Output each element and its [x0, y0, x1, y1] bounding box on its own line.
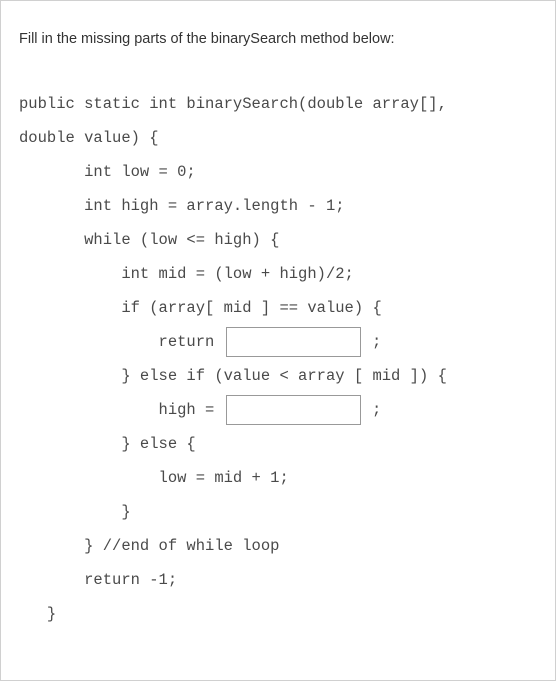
- code-line: int mid = (low + high)/2;: [19, 257, 537, 291]
- code-text: if (array[ mid ] == value) {: [19, 291, 382, 325]
- answer-blank-2[interactable]: [226, 395, 361, 425]
- code-line: int high = array.length - 1;: [19, 189, 537, 223]
- code-text: } //end of while loop: [19, 529, 279, 563]
- code-line-with-blank: high = ;: [19, 393, 537, 427]
- code-text: high =: [19, 393, 224, 427]
- code-text: return -1;: [19, 563, 177, 597]
- code-line: }: [19, 495, 537, 529]
- code-line: low = mid + 1;: [19, 461, 537, 495]
- code-text: } else {: [19, 427, 196, 461]
- code-text: int low = 0;: [19, 155, 196, 189]
- code-line: } else if (value < array [ mid ]) {: [19, 359, 537, 393]
- code-line: double value) {: [19, 121, 537, 155]
- code-line: public static int binarySearch(double ar…: [19, 87, 537, 121]
- code-line: }: [19, 597, 537, 631]
- question-prompt: Fill in the missing parts of the binaryS…: [19, 29, 537, 49]
- code-text: }: [19, 597, 56, 631]
- code-text: ;: [363, 325, 382, 359]
- code-text: int mid = (low + high)/2;: [19, 257, 354, 291]
- code-text: } else if (value < array [ mid ]) {: [19, 359, 447, 393]
- code-line: return -1;: [19, 563, 537, 597]
- code-text: low = mid + 1;: [19, 461, 289, 495]
- code-line-with-blank: return ;: [19, 325, 537, 359]
- code-text: double value) {: [19, 121, 159, 155]
- answer-blank-1[interactable]: [226, 327, 361, 357]
- code-text: }: [19, 495, 131, 529]
- code-text: ;: [363, 393, 382, 427]
- code-line: } //end of while loop: [19, 529, 537, 563]
- code-line: while (low <= high) {: [19, 223, 537, 257]
- code-text: while (low <= high) {: [19, 223, 279, 257]
- code-line: if (array[ mid ] == value) {: [19, 291, 537, 325]
- code-line: int low = 0;: [19, 155, 537, 189]
- code-line: } else {: [19, 427, 537, 461]
- code-block: public static int binarySearch(double ar…: [19, 87, 537, 631]
- code-text: public static int binarySearch(double ar…: [19, 87, 447, 121]
- code-text: int high = array.length - 1;: [19, 189, 345, 223]
- code-text: return: [19, 325, 224, 359]
